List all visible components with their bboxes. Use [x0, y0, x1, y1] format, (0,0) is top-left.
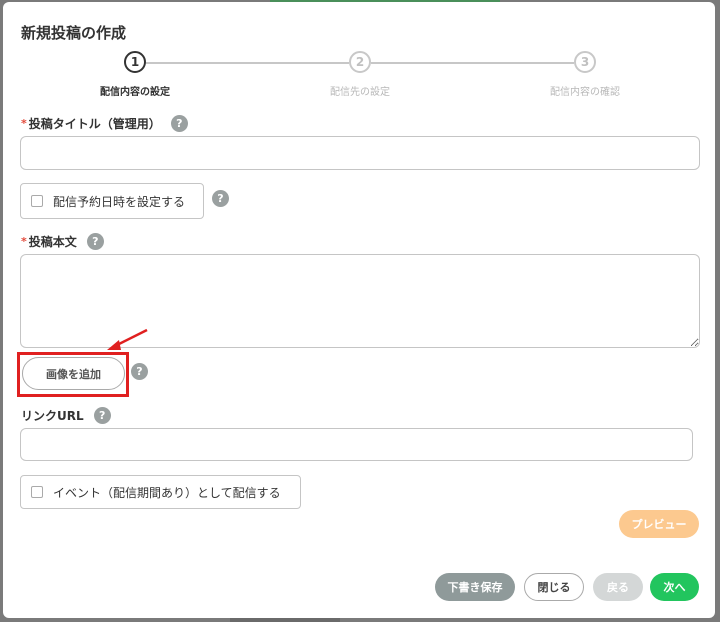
- post-body-label-text: 投稿本文: [28, 235, 77, 249]
- step-3-circle: 3: [574, 51, 596, 73]
- help-icon[interactable]: ?: [212, 190, 229, 207]
- event-checkbox-field[interactable]: イベント（配信期間あり）として配信する: [20, 475, 301, 509]
- step-1-label: 配信内容の設定: [100, 87, 170, 98]
- schedule-checkbox-field[interactable]: 配信予約日時を設定する: [20, 183, 204, 219]
- create-post-modal: 新規投稿の作成 1 2 3 配信内容の設定 配信先の設定 配信内容の確認 * 投…: [3, 2, 715, 618]
- step-2-label: 配信先の設定: [330, 87, 390, 98]
- stepper-line: [146, 62, 349, 64]
- event-checkbox[interactable]: [31, 486, 43, 498]
- close-button[interactable]: 閉じる: [524, 573, 584, 601]
- schedule-checkbox-label: 配信予約日時を設定する: [53, 194, 186, 209]
- schedule-checkbox[interactable]: [31, 195, 43, 207]
- help-icon[interactable]: ?: [170, 115, 188, 132]
- background-footer-fragment: [230, 618, 340, 622]
- required-mark: *: [21, 235, 27, 248]
- link-url-label-text: リンクURL: [21, 409, 84, 423]
- annotation-arrow-icon: [107, 328, 148, 350]
- required-mark: *: [21, 117, 27, 130]
- help-icon[interactable]: ?: [86, 233, 104, 250]
- link-url-input[interactable]: [20, 428, 693, 461]
- post-body-label: * 投稿本文 ?: [21, 233, 104, 250]
- step-3-label: 配信内容の確認: [550, 87, 620, 98]
- help-icon[interactable]: ?: [93, 407, 111, 424]
- preview-button[interactable]: プレビュー: [619, 510, 699, 538]
- post-title-label-text: 投稿タイトル（管理用）: [28, 117, 161, 131]
- post-title-label: * 投稿タイトル（管理用） ?: [21, 115, 188, 132]
- stepper-line: [371, 62, 574, 64]
- next-button[interactable]: 次へ: [650, 573, 699, 601]
- back-button[interactable]: 戻る: [593, 573, 643, 601]
- save-draft-button[interactable]: 下書き保存: [435, 573, 515, 601]
- step-2-circle: 2: [349, 51, 371, 73]
- post-title-input[interactable]: [20, 136, 700, 170]
- link-url-label: リンクURL ?: [21, 407, 111, 424]
- highlight-annotation-box: [17, 352, 129, 397]
- modal-title: 新規投稿の作成: [21, 24, 127, 42]
- help-icon[interactable]: ?: [131, 363, 148, 380]
- event-checkbox-label: イベント（配信期間あり）として配信する: [53, 485, 281, 500]
- step-1-circle: 1: [124, 51, 146, 73]
